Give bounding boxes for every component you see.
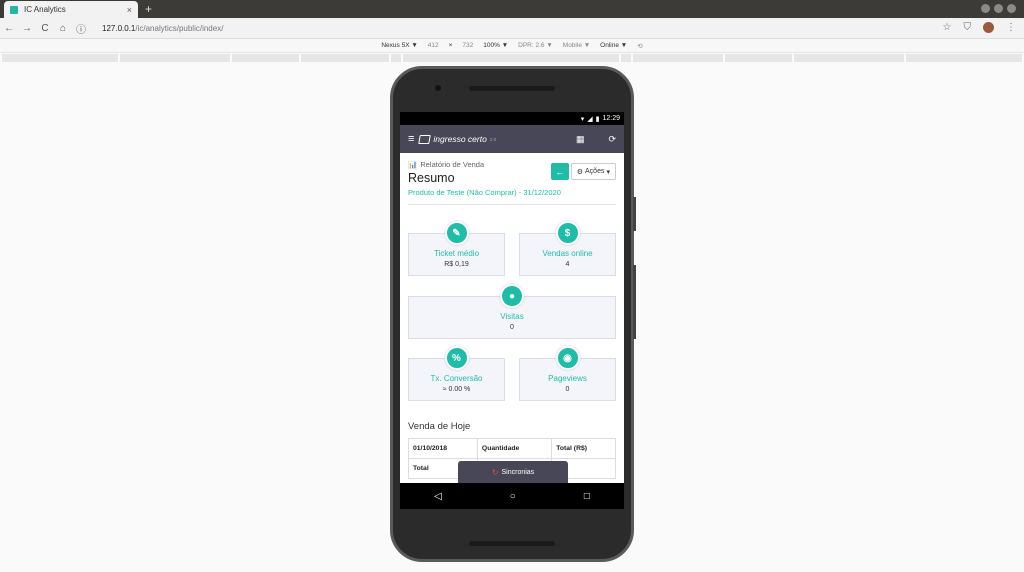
divider (408, 204, 616, 205)
percent-icon: % (444, 346, 469, 370)
info-icon[interactable]: ⓘ (72, 21, 90, 36)
card-visitas: ● Visitas 0 (408, 284, 616, 339)
tab-close-icon[interactable]: × (127, 5, 132, 15)
menu-dots-icon[interactable]: ⋮ (1006, 22, 1016, 33)
battery-icon: ▮ (595, 115, 600, 123)
rotate-icon[interactable]: ⟲ (637, 42, 642, 50)
table-header-row: 01/10/2018 Quantidade Total (R$) (408, 438, 616, 459)
app-bar: ≡ ingresso certo 2.0 ▦ ⟳ (400, 125, 624, 153)
user-icon: ● (500, 284, 524, 308)
product-subtitle: Produto de Teste (Não Comprar) - 31/12/2… (408, 188, 561, 197)
dollar-icon: $ (555, 221, 580, 245)
actions-dropdown[interactable]: ⚙ Ações ▾ (570, 163, 616, 180)
minimize-button[interactable] (981, 4, 990, 13)
media-query-bar (0, 54, 1024, 63)
nav-home-icon[interactable]: ○ (510, 491, 516, 502)
browser-tab[interactable]: IC Analytics × (4, 1, 138, 18)
new-tab-button[interactable]: + (145, 2, 152, 16)
network-select[interactable]: Online ▼ (600, 42, 627, 49)
nav-back-icon[interactable]: ◁ (434, 491, 442, 502)
window-controls (981, 4, 1016, 13)
device-select[interactable]: Nexus 5X ▼ (381, 42, 417, 49)
browser-tab-strip: IC Analytics × + (0, 0, 1024, 18)
nav-recents-icon[interactable]: □ (584, 491, 590, 502)
table-header: Quantidade (476, 438, 553, 459)
wifi-icon: ▾ (580, 115, 585, 123)
close-window-button[interactable] (1007, 4, 1016, 13)
phone-screen: ▾ ◢ ▮ 12:29 ≡ ingresso certo 2.0 ▦ ⟳ 📊 R… (400, 112, 624, 509)
device-toolbar: Nexus 5X ▼ 412 × 732 100% ▼ DPR: 2.6 ▼ M… (0, 39, 1024, 53)
android-nav-bar: ◁ ○ □ (400, 483, 624, 509)
camera (435, 85, 441, 91)
zoom-select[interactable]: 100% ▼ (483, 42, 508, 49)
speaker (469, 86, 555, 91)
refresh-icon[interactable]: ⟳ (608, 134, 616, 145)
back-button[interactable]: ← (0, 23, 18, 34)
clock: 12:29 (602, 115, 620, 122)
signal-icon: ◢ (587, 115, 593, 123)
table-header: Total (R$) (551, 438, 616, 459)
favicon-icon (10, 5, 18, 14)
card-ticket-medio: ✎ Ticket médio R$ 0,19 (408, 221, 505, 276)
dimension-separator: × (448, 42, 453, 49)
gear-icon: ⚙ (576, 168, 584, 176)
app-logo[interactable]: ingresso certo 2.0 (418, 134, 496, 144)
extension-icon[interactable]: ⛉ (964, 22, 972, 33)
eye-icon: ◉ (555, 346, 580, 370)
ticket-icon: ✎ (444, 221, 469, 245)
bookmark-star-icon[interactable]: ☆ (943, 22, 952, 33)
card-tx-conversao: % Tx. Conversão ≈ 0.00 % (408, 346, 505, 401)
dpr-select[interactable]: DPR: 2.6 ▼ (518, 42, 553, 49)
main-content: 📊 Relatório de Venda Resumo Produto de T… (400, 153, 624, 486)
sync-spinner-icon: ↻ (491, 467, 499, 477)
device-width[interactable]: 412 (428, 42, 439, 49)
table-header: 01/10/2018 (408, 438, 478, 459)
tab-title: IC Analytics (24, 5, 66, 14)
speaker-bottom (469, 541, 555, 546)
address-bar[interactable]: 127.0.0.1/ic/analytics/public/index/ (102, 24, 223, 33)
browser-toolbar: ← → C ⌂ ⓘ 127.0.0.1/ic/analytics/public/… (0, 18, 1024, 39)
calendar-icon[interactable]: ▦ (576, 134, 585, 145)
mode-select[interactable]: Mobile ▼ (563, 42, 590, 49)
today-sales-title: Venda de Hoje (408, 421, 471, 432)
maximize-button[interactable] (994, 4, 1003, 13)
hamburger-menu-icon[interactable]: ≡ (408, 133, 414, 145)
sync-button[interactable]: ↻ Sincronias (458, 461, 568, 483)
reload-button[interactable]: C (36, 23, 54, 34)
device-height[interactable]: 732 (462, 42, 473, 49)
back-arrow-button[interactable]: ← (550, 163, 569, 180)
power-button (633, 197, 636, 231)
stats-cards: ✎ Ticket médio R$ 0,19 $ Vendas online 4… (408, 215, 616, 415)
card-pageviews: ◉ Pageviews 0 (519, 346, 616, 401)
bar-chart-icon: 📊 (408, 160, 418, 169)
logo-mark-icon (418, 134, 432, 144)
actions-group: ← ⚙ Ações ▾ (550, 163, 616, 180)
profile-avatar[interactable] (983, 22, 994, 33)
card-vendas-online: $ Vendas online 4 (519, 221, 616, 276)
home-button[interactable]: ⌂ (54, 23, 72, 34)
caret-down-icon: ▾ (606, 168, 610, 176)
volume-button (633, 265, 636, 339)
status-bar: ▾ ◢ ▮ 12:29 (400, 112, 624, 125)
forward-button[interactable]: → (18, 23, 36, 34)
